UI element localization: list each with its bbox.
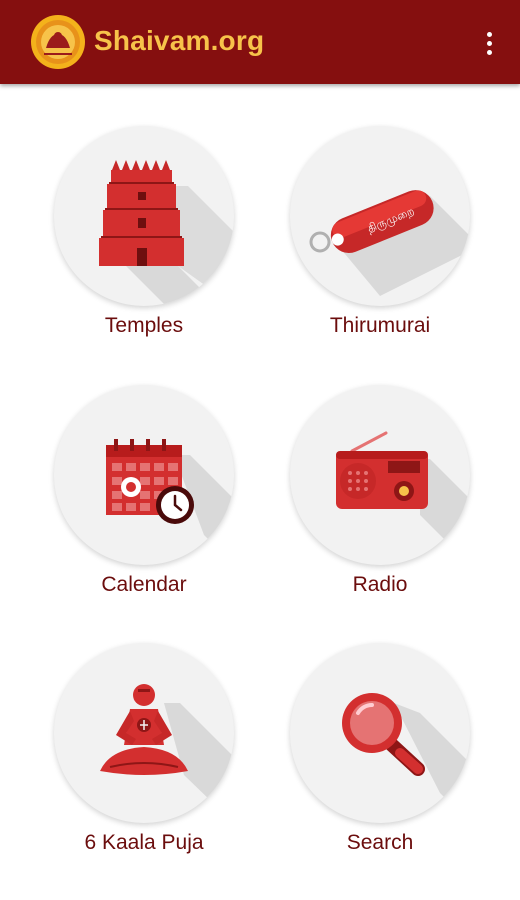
menu-label-6-kaala-puja: 6 Kaala Puja (84, 831, 204, 854)
calendar-icon (106, 439, 234, 565)
menu-label-thirumurai: Thirumurai (329, 314, 431, 337)
search-icon (342, 693, 470, 823)
puja-icon (100, 684, 234, 823)
puja-circle (54, 643, 234, 823)
thirumurai-icon: திருமுறை (309, 190, 470, 296)
app-bar: Shaivam.org (0, 0, 520, 84)
menu-tile-search[interactable]: Search (260, 643, 500, 883)
menu-tile-thirumurai[interactable]: திருமுறை Thirumurai (260, 126, 500, 366)
menu-tile-temples[interactable]: Temples (24, 126, 264, 366)
menu-tile-radio[interactable]: Radio (260, 385, 500, 625)
shaivam-logo-icon[interactable] (30, 14, 86, 70)
app-title: Shaivam.org (94, 25, 265, 56)
menu-tile-calendar[interactable]: Calendar (24, 385, 264, 625)
menu-label-search: Search (346, 831, 414, 854)
menu-tile-6-kaala-puja[interactable]: 6 Kaala Puja (24, 643, 264, 883)
search-circle (290, 643, 470, 823)
menu-label-temples: Temples (104, 314, 184, 337)
temples-circle (54, 126, 234, 306)
menu-label-radio: Radio (352, 573, 408, 596)
thirumurai-circle: திருமுறை (290, 126, 470, 306)
radio-circle (290, 385, 470, 565)
radio-icon (336, 431, 470, 565)
menu-label-calendar: Calendar (101, 573, 187, 596)
calendar-circle (54, 385, 234, 565)
temple-icon (99, 160, 234, 306)
more-vert-icon[interactable] (474, 26, 504, 60)
